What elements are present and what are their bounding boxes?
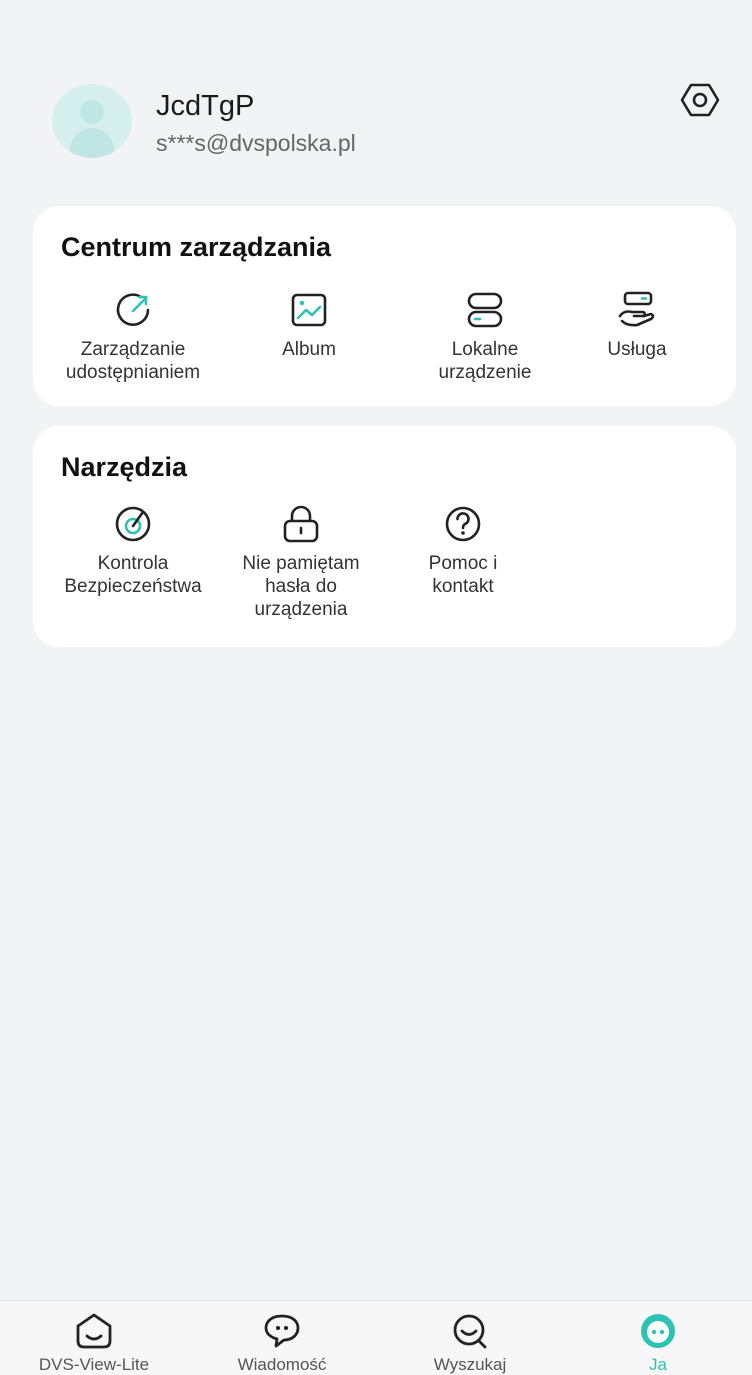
share-management-label: Zarządzanie udostępnianiem	[65, 339, 201, 383]
nav-messages[interactable]: Wiadomość	[188, 1311, 376, 1375]
management-card: Centrum zarządzania Zarządzanie udostępn…	[33, 206, 736, 406]
lock-icon	[283, 505, 319, 543]
security-check-item[interactable]: Kontrola Bezpieczeństwa	[45, 502, 221, 598]
nav-me[interactable]: Ja	[564, 1311, 752, 1375]
help-contact-label: Pomoc i kontakt	[428, 553, 498, 597]
security-check-icon	[115, 506, 151, 542]
settings-icon[interactable]	[680, 80, 720, 120]
nav-home-label: DVS-View-Lite	[38, 1355, 150, 1374]
profile-header: JcdTgP s***s@dvspolska.pl	[52, 83, 720, 160]
nav-home[interactable]: DVS-View-Lite	[0, 1311, 188, 1375]
avatar[interactable]	[52, 84, 132, 158]
bottom-nav: DVS-View-Lite Wiadomość Wyszukaj Ja	[0, 1300, 752, 1375]
nav-search[interactable]: Wyszukaj	[376, 1311, 564, 1375]
home-icon	[76, 1313, 112, 1349]
security-check-label: Kontrola Bezpieczeństwa	[64, 553, 202, 597]
service-item[interactable]: Usługa	[549, 288, 725, 361]
screen: JcdTgP s***s@dvspolska.pl Centrum zarząd…	[0, 0, 752, 1375]
share-management-item[interactable]: Zarządzanie udostępnianiem	[45, 288, 221, 384]
username: JcdTgP	[156, 90, 255, 122]
service-label: Usługa	[607, 339, 667, 360]
forgot-password-label: Nie pamiętam hasła do urządzenia	[242, 553, 360, 620]
avatar-body-shape	[70, 128, 114, 158]
nav-messages-label: Wiadomość	[237, 1355, 327, 1374]
help-contact-item[interactable]: Pomoc i kontakt	[375, 502, 551, 598]
album-label: Album	[282, 339, 336, 360]
local-device-label: Lokalne urządzenie	[438, 339, 532, 383]
album-icon	[291, 293, 327, 327]
me-icon	[641, 1314, 675, 1348]
local-device-item[interactable]: Lokalne urządzenie	[397, 288, 573, 384]
forgot-password-item[interactable]: Nie pamiętam hasła do urządzenia	[213, 502, 389, 621]
help-icon	[445, 506, 481, 542]
album-item[interactable]: Album	[221, 288, 397, 361]
tools-title: Narzędzia	[61, 452, 188, 482]
user-email: s***s@dvspolska.pl	[156, 130, 356, 156]
local-device-icon	[467, 292, 503, 328]
share-management-icon	[116, 293, 150, 326]
message-icon	[264, 1314, 300, 1348]
management-title: Centrum zarządzania	[61, 232, 332, 262]
nav-me-label: Ja	[649, 1355, 667, 1374]
avatar-head-shape	[80, 100, 104, 124]
tools-card: Narzędzia Kontrola Bezpieczeństwa Nie pa…	[33, 426, 736, 647]
nav-search-label: Wyszukaj	[433, 1355, 507, 1374]
search-icon	[453, 1314, 487, 1349]
service-icon	[618, 291, 655, 327]
